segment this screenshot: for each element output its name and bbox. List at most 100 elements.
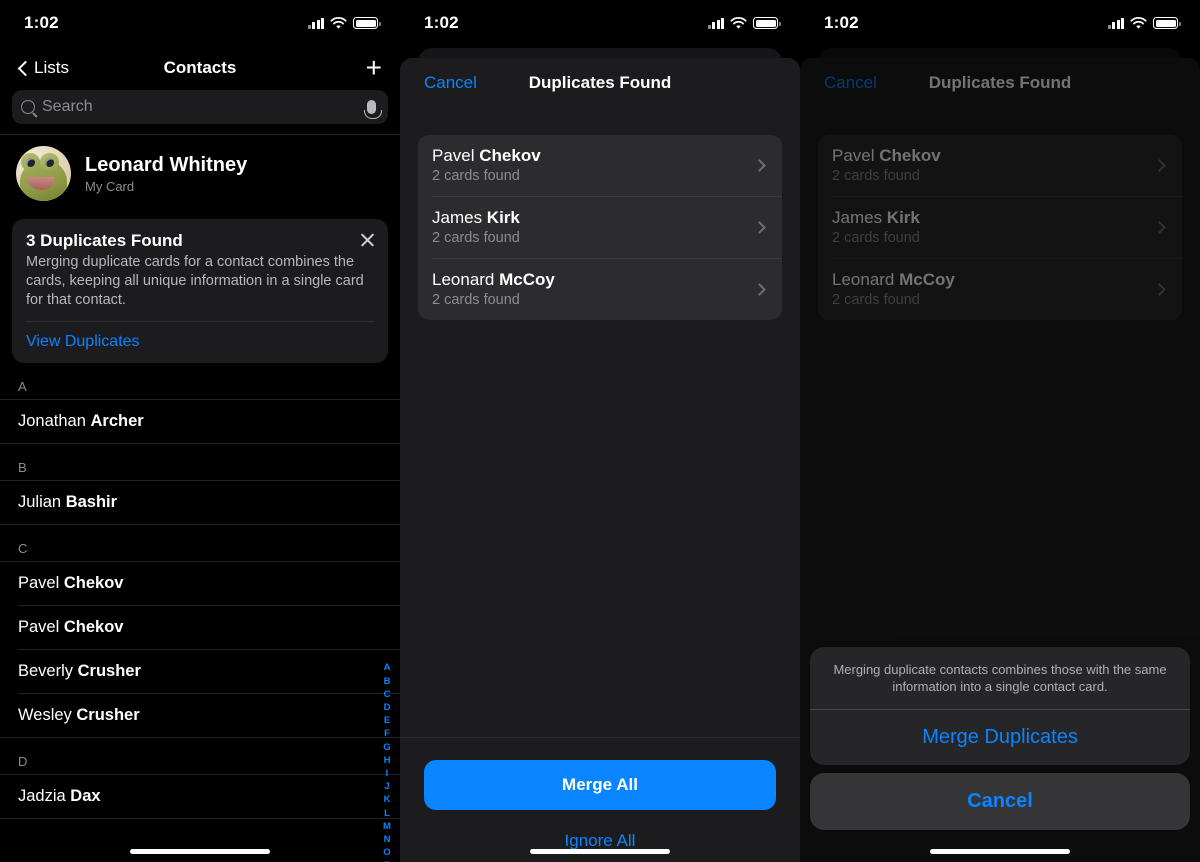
search-container: Search [0,90,400,134]
duplicate-card-count: 2 cards found [432,168,520,184]
banner-body: Merging duplicate cards for a contact co… [26,254,364,309]
duplicates-banner-container: 3 Duplicates Found Merging duplicate car… [0,213,400,364]
contact-first-name: Jonathan [18,412,91,431]
duplicate-name: James Kirk [432,208,755,228]
home-indicator [0,849,400,854]
contact-row[interactable]: Pavel Chekov [0,606,400,649]
action-sheet-cancel-button[interactable]: Cancel [810,773,1190,830]
section-header: D [18,754,28,770]
status-bar: 1:02 [800,0,1200,46]
search-placeholder: Search [42,98,93,115]
index-letter[interactable]: I [386,767,389,780]
cellular-signal-icon [307,17,324,29]
index-letter[interactable]: G [383,741,390,754]
duplicate-row[interactable]: James Kirk 2 cards found [418,197,782,258]
cellular-signal-icon [707,17,724,29]
chevron-left-icon [18,60,28,77]
contact-last-name: Bashir [65,493,118,512]
contact-row[interactable]: Jadzia Dax [0,775,400,818]
sheet-navigation-bar: Cancel Duplicates Found [400,58,800,108]
my-card-row[interactable]: Leonard Whitney My Card [0,135,400,213]
sheet-body: Pavel Chekov 2 cards found James Kirk 2 car… [400,108,800,737]
home-indicator [400,849,800,854]
contact-last-name: Archer [90,412,144,431]
duplicate-row-text: Pavel Chekov 2 cards found [432,146,755,184]
panel-duplicates-sheet: 1:02 Cancel Duplicates Found Pavel Cheko… [400,0,800,862]
duplicate-first-name: James [432,208,487,227]
battery-icon [1153,17,1181,29]
index-letter[interactable]: D [384,701,391,714]
merge-duplicates-button[interactable]: Merge Duplicates [810,710,1190,765]
my-card-subtitle: My Card [85,178,135,194]
close-icon[interactable] [359,231,376,248]
contact-row[interactable]: Wesley Crusher [0,694,400,737]
contact-last-name: Chekov [63,574,124,593]
contact-row[interactable]: Julian Bashir [0,481,400,524]
index-letter[interactable]: K [384,793,391,806]
my-card-name: Leonard Whitney [85,153,248,176]
duplicate-card-count: 2 cards found [432,230,520,246]
index-letter[interactable]: J [384,780,389,793]
duplicates-card: Pavel Chekov 2 cards found James Kirk 2 car… [418,135,782,320]
index-letter[interactable]: M [383,820,391,833]
index-letter[interactable]: L [384,807,390,820]
wifi-icon [330,16,347,29]
contact-last-name: Chekov [63,618,124,637]
duplicates-sheet: Cancel Duplicates Found Pavel Chekov 2 ca… [400,58,800,862]
contacts-list: A Jonathan Archer B Julian Bashir C Pavel Che… [0,363,400,862]
contact-row[interactable]: Jonathan Archer [0,400,400,443]
navigation-bar: Lists Contacts + [0,46,400,90]
index-letter[interactable]: B [384,675,391,688]
duplicate-first-name: Leonard [432,270,500,289]
index-letter[interactable]: F [384,727,390,740]
battery-icon [353,17,381,29]
wifi-icon [1130,16,1147,29]
add-contact-button[interactable]: + [366,54,382,82]
wifi-icon [730,16,747,29]
action-sheet-message: Merging duplicate contacts combines thos… [833,661,1167,695]
search-input[interactable]: Search [12,90,388,124]
contact-first-name: Beverly [18,662,78,681]
panel-merge-confirmation: 1:02 Cancel Duplicates Found Pavel Cheko… [800,0,1200,862]
duplicate-row[interactable]: Pavel Chekov 2 cards found [418,135,782,196]
duplicate-row[interactable]: Leonard McCoy 2 cards found [418,259,782,320]
alphabet-index-scrubber[interactable]: ABCDEFGHIJKLMNOPQRSTUVWXYZ# [378,661,396,862]
cellular-signal-icon [1107,17,1124,29]
sheet-cancel-button[interactable]: Cancel [424,73,477,93]
status-bar: 1:02 [0,0,400,46]
index-letter[interactable]: A [384,661,391,674]
section-header: C [18,541,28,557]
avatar [16,146,71,201]
index-letter[interactable]: C [384,688,391,701]
ignore-all-button[interactable]: Ignore All [424,820,776,862]
duplicate-name: Leonard McCoy [432,270,755,290]
battery-icon [753,17,781,29]
status-bar-indicators [307,16,381,30]
status-bar-time: 1:02 [24,13,59,32]
index-letter[interactable]: H [384,754,391,767]
merge-action-sheet: Merging duplicate contacts combines thos… [810,646,1190,830]
contact-row[interactable]: Pavel Chekov [0,562,400,605]
contact-first-name: Wesley [18,706,77,725]
back-to-lists-button[interactable]: Lists [18,58,69,78]
search-icon [21,100,35,114]
duplicate-first-name: Pavel [432,146,480,165]
merge-all-button[interactable]: Merge All [424,760,776,810]
index-letter[interactable]: E [384,714,390,727]
duplicate-row-text: Leonard McCoy 2 cards found [432,270,755,308]
contact-first-name: Pavel [18,618,64,637]
contact-last-name: Crusher [76,706,140,725]
section-header: A [18,379,27,395]
duplicate-last-name: Kirk [486,208,520,227]
status-bar-indicators [707,16,781,30]
banner-title: 3 Duplicates Found [26,231,183,250]
view-duplicates-link[interactable]: View Duplicates [26,322,374,363]
contact-row[interactable]: Beverly Crusher [0,650,400,693]
section-header: B [18,460,27,476]
duplicates-banner: 3 Duplicates Found Merging duplicate car… [12,219,388,364]
microphone-icon[interactable] [363,100,382,119]
index-letter[interactable]: N [384,833,391,846]
contact-first-name: Julian [18,493,66,512]
back-button-label: Lists [34,58,69,77]
action-sheet-group: Merging duplicate contacts combines thos… [810,646,1190,765]
